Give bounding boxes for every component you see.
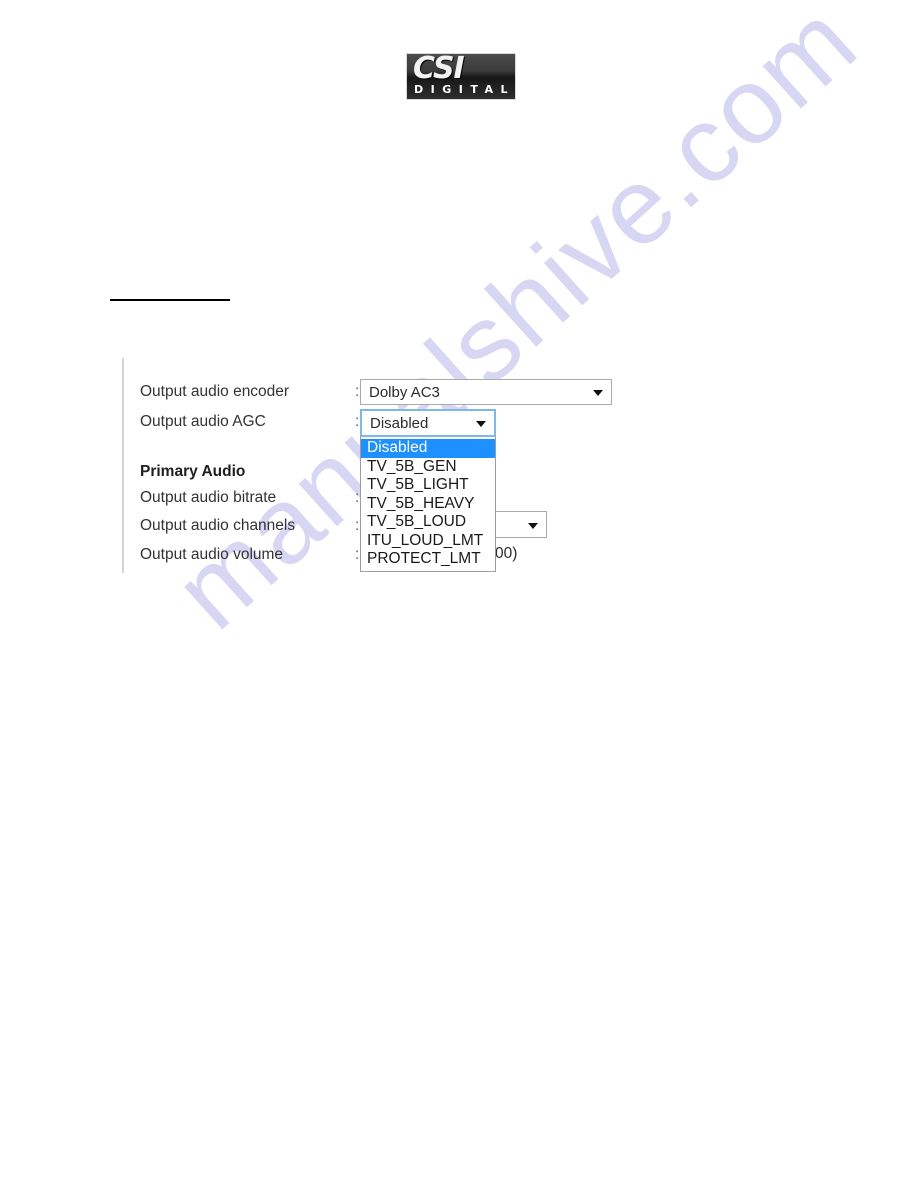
output-audio-agc-dropdown-list[interactable]: Disabled TV_5B_GEN TV_5B_LIGHT TV_5B_HEAVY T… (360, 437, 496, 572)
chevron-down-icon (476, 421, 486, 427)
chevron-down-icon (593, 390, 603, 396)
output-audio-agc-select[interactable]: Disabled (360, 409, 496, 437)
agc-option[interactable]: TV_5B_HEAVY (361, 495, 495, 514)
logo-secondary-text: DIGITAL (414, 83, 516, 96)
output-audio-encoder-select[interactable]: Dolby AC3 (360, 379, 612, 405)
colon-output-audio-volume: : (355, 546, 360, 563)
colon-output-audio-channels: : (355, 517, 360, 534)
agc-option[interactable]: Disabled (361, 439, 495, 458)
colon-output-audio-encoder: : (355, 383, 360, 400)
agc-option[interactable]: PROTECT_LMT (361, 550, 495, 569)
audio-settings-panel: Output audio encoder : Output audio AGC … (110, 358, 630, 573)
colon-output-audio-bitrate: : (355, 489, 360, 506)
colon-output-audio-agc: : (355, 413, 360, 430)
label-output-audio-encoder: Output audio encoder (140, 383, 290, 400)
output-audio-agc-value: Disabled (370, 415, 429, 432)
agc-option[interactable]: TV_5B_GEN (361, 458, 495, 477)
agc-option[interactable]: TV_5B_LOUD (361, 513, 495, 532)
logo-primary-text: CSI (413, 53, 465, 86)
label-output-audio-agc: Output audio AGC (140, 413, 266, 430)
panel-left-edge (122, 358, 124, 573)
label-output-audio-bitrate: Output audio bitrate (140, 489, 277, 506)
output-audio-encoder-value: Dolby AC3 (369, 384, 440, 401)
heading-primary-audio: Primary Audio (140, 463, 246, 480)
chevron-down-icon (528, 522, 538, 529)
watermark-layer: manualshive.com (0, 0, 918, 1188)
section-divider-rule (110, 299, 230, 301)
output-audio-volume-hint: 00) (495, 545, 518, 562)
label-output-audio-volume: Output audio volume (140, 546, 284, 563)
label-output-audio-channels: Output audio channels (140, 517, 296, 534)
agc-option[interactable]: TV_5B_LIGHT (361, 476, 495, 495)
csi-digital-logo: CSI DIGITAL (406, 53, 516, 100)
output-audio-channels-select[interactable] (495, 511, 547, 538)
agc-option[interactable]: ITU_LOUD_LMT (361, 532, 495, 551)
